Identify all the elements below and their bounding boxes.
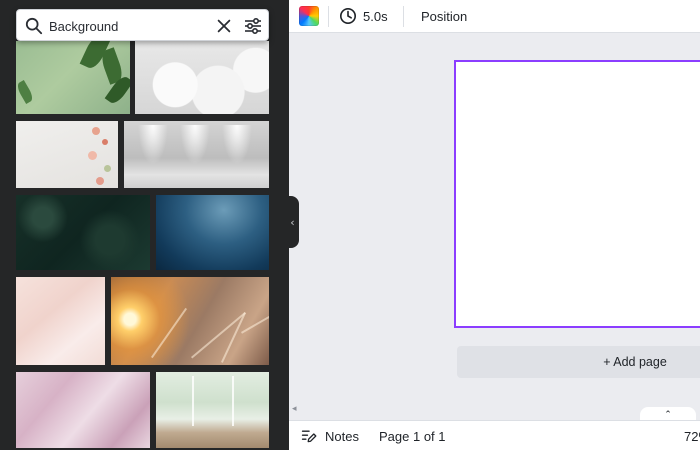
- notes-pencil-icon: [301, 430, 317, 443]
- white-floral-background[interactable]: [16, 121, 118, 188]
- frost-line: [241, 307, 269, 334]
- toolbar-divider: [328, 6, 329, 27]
- leaf-shape: [16, 79, 35, 105]
- timing-button[interactable]: 5.0s: [339, 4, 388, 28]
- bottom-bar: Notes Page 1 of 1 72%: [289, 420, 700, 450]
- zoom-level[interactable]: 72%: [684, 426, 700, 446]
- pink-watercolor-background[interactable]: [16, 277, 105, 365]
- flower-shape: [92, 127, 100, 135]
- flower-shape: [104, 165, 111, 172]
- spotlight-shape: [222, 125, 252, 165]
- notes-label: Notes: [325, 428, 359, 444]
- sliders-icon[interactable]: [243, 16, 263, 36]
- design-page[interactable]: [454, 60, 700, 328]
- window-wooden-table-background[interactable]: [156, 372, 269, 448]
- flower-shape: [102, 139, 108, 145]
- grey-spotlight-room-background[interactable]: [124, 121, 269, 188]
- search-box[interactable]: [16, 9, 269, 41]
- chevron-left-icon: ‹: [290, 215, 295, 229]
- position-button[interactable]: Position: [413, 4, 475, 28]
- close-icon[interactable]: [215, 17, 233, 35]
- page-indicator[interactable]: Page 1 of 1: [379, 426, 446, 446]
- top-toolbar: 5.0s Position: [289, 0, 700, 33]
- green-leaves-background[interactable]: [16, 41, 130, 114]
- frost-line: [191, 312, 246, 359]
- frost-line: [151, 307, 188, 359]
- search-input[interactable]: [49, 14, 209, 38]
- search-icon: [25, 17, 43, 35]
- frost-sunlight-background[interactable]: [111, 277, 269, 365]
- toolbar-divider: [403, 6, 404, 27]
- notes-button[interactable]: Notes: [301, 426, 359, 446]
- chevron-up-icon: ⌃: [664, 410, 672, 420]
- color-palette-icon[interactable]: [299, 6, 319, 26]
- spotlight-shape: [180, 125, 210, 165]
- purple-watercolor-background[interactable]: [16, 372, 150, 448]
- blue-gradient-background[interactable]: [156, 195, 269, 270]
- spotlight-shape: [138, 125, 168, 165]
- timing-label: 5.0s: [363, 8, 388, 24]
- white-circles-background[interactable]: [135, 41, 269, 114]
- add-page-button[interactable]: + Add page: [457, 346, 700, 378]
- horizontal-scrollbar[interactable]: ◂: [289, 404, 700, 418]
- dark-green-texture-background[interactable]: [16, 195, 150, 270]
- search-results-panel: [0, 0, 289, 450]
- editor-window: ‹ 5.0s Position + Add page ◂ ⌃: [0, 0, 700, 450]
- window-frame-line: [232, 376, 234, 426]
- flower-shape: [96, 177, 104, 185]
- collapse-panel-button[interactable]: ‹: [286, 196, 299, 248]
- clock-icon: [339, 7, 357, 25]
- scroll-left-icon[interactable]: ◂: [292, 404, 297, 414]
- flower-shape: [88, 151, 97, 160]
- window-frame-line: [192, 376, 194, 426]
